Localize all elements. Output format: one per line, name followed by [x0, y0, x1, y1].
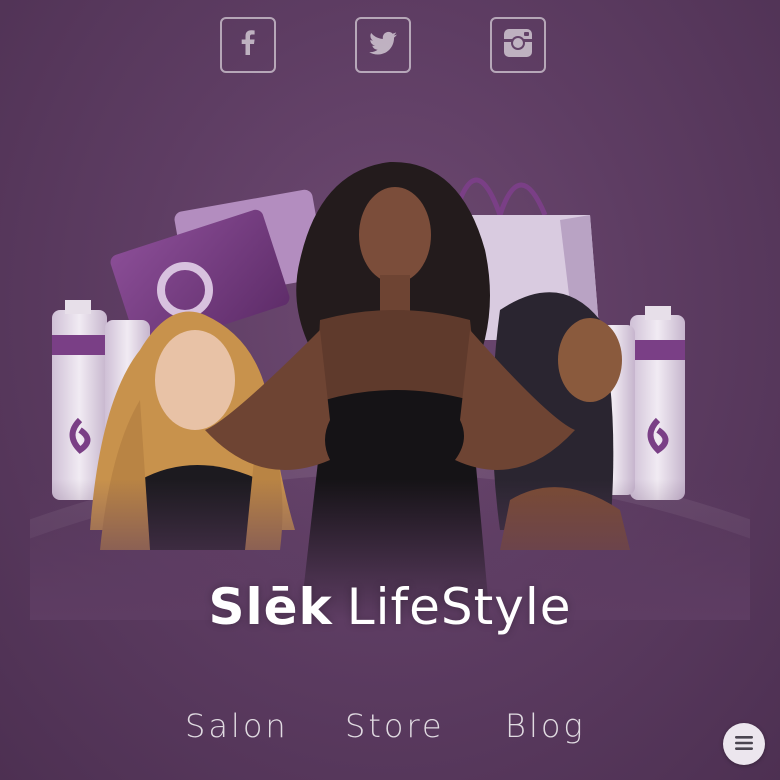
instagram-button[interactable]: [490, 17, 546, 73]
twitter-button[interactable]: [355, 17, 411, 73]
brand-name-part2: LifeStyle: [346, 578, 572, 636]
main-nav: Salon Store Blog: [0, 700, 780, 752]
facebook-button[interactable]: [220, 17, 276, 73]
brand-name-part1: Slēk: [208, 578, 333, 636]
menu-button[interactable]: [723, 723, 765, 765]
nav-store[interactable]: Store: [345, 700, 445, 752]
page: Slēk LifeStyle Salon Store Blog: [0, 0, 780, 780]
nav-blog[interactable]: Blog: [505, 700, 586, 752]
nav-salon[interactable]: Salon: [185, 700, 289, 752]
social-bar: [0, 17, 780, 77]
brand-logo: Slēk LifeStyle: [0, 572, 780, 642]
twitter-icon: [364, 24, 402, 66]
facebook-icon: [229, 24, 267, 66]
instagram-icon: [499, 24, 537, 66]
hamburger-menu-icon: [735, 735, 753, 754]
hero-collage: [30, 150, 750, 620]
